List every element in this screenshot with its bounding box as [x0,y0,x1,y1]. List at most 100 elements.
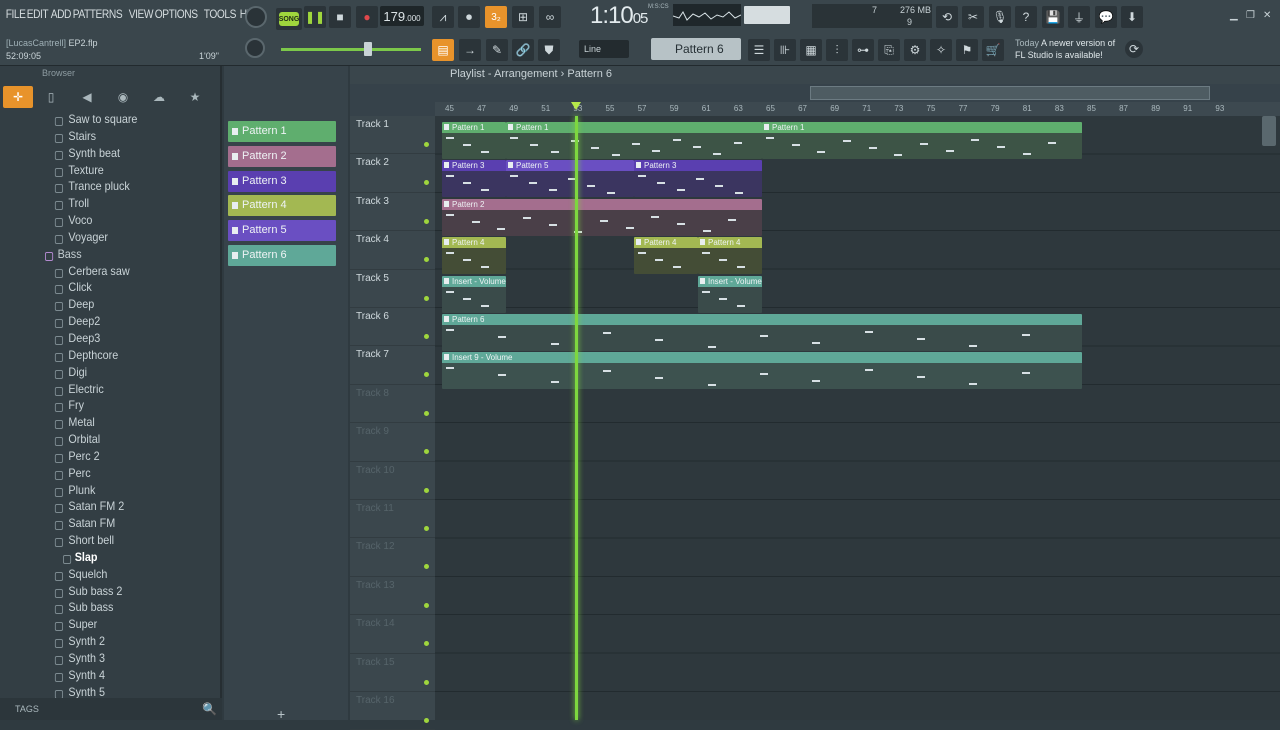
stop-button[interactable]: ■ [329,6,351,28]
browser-item[interactable]: Squelch [0,567,196,584]
track-mute-led[interactable] [424,564,429,570]
pattern-selector[interactable]: Pattern 6 [651,38,741,60]
update-notice[interactable]: Today A newer version of FL Studio is ava… [1015,37,1115,61]
search-icon[interactable]: 🔍 [202,702,217,716]
browser-tab-plugin-icon[interactable]: ◉ [105,86,141,108]
playlist-clip[interactable]: Pattern 1 [506,122,762,159]
pattern-item[interactable]: Pattern 2 [228,145,336,167]
master-pitch-knob[interactable] [245,38,265,58]
pattern-item[interactable]: Pattern 3 [228,170,336,192]
browser-item[interactable]: Fry [0,398,196,415]
track-mute-led[interactable] [424,142,429,147]
plugin-picker-icon[interactable]: ✧ [930,39,952,61]
browser-item[interactable]: Digi [0,365,196,382]
browser-tab-cloud-icon[interactable]: ☁ [141,86,177,108]
microphone-icon[interactable]: 🎙 [989,6,1011,28]
browser-item[interactable]: Metal [0,415,196,432]
playlist-overview-scrollbar[interactable] [810,86,1210,100]
track-header[interactable]: Track 10 [350,462,435,500]
loop-record-icon[interactable]: ∞ [539,6,561,28]
tempo-display[interactable]: 179.000 [380,6,424,26]
mixer-faders-icon[interactable]: ⫶ [826,39,848,61]
playlist-clip[interactable]: Insert 9 - Volume [442,352,1082,390]
countdown-icon[interactable]: 3₂ [485,6,507,28]
browser-item[interactable]: Texture [0,163,196,180]
playlist-clip[interactable]: Insert - Volume [442,275,506,313]
playlist-clip[interactable]: Pattern 2 [442,198,762,236]
playlist-clip[interactable]: Pattern 4 [442,237,506,275]
track-mute-led[interactable] [424,526,429,531]
song-mode-button[interactable]: SONG [276,8,302,30]
restore-icon[interactable]: ❐ [1246,10,1255,21]
save-icon[interactable]: 💾 [1042,6,1064,28]
browser-item[interactable]: Troll [0,196,196,213]
minimize-icon[interactable]: ▁ [1230,10,1238,21]
playlist-clip[interactable]: Pattern 1 [762,122,1082,159]
menu-tools[interactable]: TOOLS [202,7,238,21]
vertical-scrollbar[interactable] [1262,116,1276,146]
track-header[interactable]: Track 15 [350,654,435,692]
browser-item[interactable]: Sub bass [0,600,196,617]
timeline-ruler[interactable]: 45 47 49 51 53 55 57 59 61 63 65 67 69 71 73 75 77 79 81 83… [435,102,1280,116]
browser-item[interactable]: Plunk [0,483,196,500]
menu-file[interactable]: FILE [4,7,27,21]
playlist-clip[interactable]: Pattern 3 [634,160,762,198]
track-mute-led[interactable] [424,487,429,493]
track-header[interactable]: Track 2 [350,154,435,193]
track-mute-led[interactable] [424,180,429,186]
browser-item[interactable]: Deep2 [0,314,196,331]
track-header[interactable]: Track 11 [350,500,435,539]
track-header[interactable]: Track 3 [350,193,435,232]
browser-item[interactable]: Perc [0,466,196,483]
mixer-icon[interactable]: ☰ [748,39,770,61]
track-header[interactable]: Track 9 [350,423,435,462]
routing-icon[interactable]: ⊶ [852,39,874,61]
track-header[interactable]: Track 12 [350,538,435,577]
browser-tab-project-icon[interactable]: ▯ [33,86,69,108]
plugin-icon[interactable]: ⏚ [1068,6,1090,28]
plugin-database-icon[interactable]: ⚙ [904,39,926,61]
track-mute-led[interactable] [424,718,429,723]
track-mute-led[interactable] [424,218,429,224]
track-header[interactable]: Track 1 [350,116,435,155]
browser-icon[interactable]: ⎘ [878,39,900,61]
channel-rack-icon[interactable]: ▦ [800,39,822,61]
track-mute-led[interactable] [424,641,429,647]
browser-item[interactable]: Slap [0,550,196,567]
recent-pattern-display[interactable] [744,6,790,24]
chat-icon[interactable]: 💬 [1095,6,1117,28]
pattern-item[interactable]: Pattern 1 [228,121,336,142]
arrow-icon[interactable]: → [459,39,481,61]
track-header[interactable]: Track 7 [350,346,435,385]
master-volume-knob[interactable] [245,6,267,28]
browser-item[interactable]: Deep [0,297,196,314]
playlist-clip[interactable]: Pattern 5 [506,160,634,198]
browser-item[interactable]: Synth 2 [0,634,196,651]
track-mute-led[interactable] [424,334,429,339]
main-volume-slider-handle[interactable] [364,42,372,56]
menu-view[interactable]: VIEW [127,7,155,21]
shop-icon[interactable]: 🛒 [982,39,1004,61]
track-mute-led[interactable] [424,679,429,685]
browser-item[interactable]: Sub bass 2 [0,584,196,601]
browser-item[interactable]: Depthcore [0,348,196,365]
oscilloscope[interactable] [672,4,742,26]
playhead-marker[interactable] [571,102,581,110]
playlist-view-icon[interactable]: ▤ [432,39,454,61]
menu-edit[interactable]: EDIT [25,7,50,21]
touch-keyboard-icon[interactable]: ⚑ [956,39,978,61]
step-edit-icon[interactable]: ⊞ [512,6,534,28]
undo-history-icon[interactable]: ⟲ [936,6,958,28]
browser-item[interactable]: Satan FM 2 [0,499,196,516]
playlist-clip[interactable]: Pattern 1 [442,122,506,159]
track-mute-led[interactable] [424,410,429,416]
browser-item[interactable]: Voco [0,213,196,230]
playlist-clip[interactable]: Pattern 4 [698,237,762,275]
help-icon[interactable]: ? [1015,6,1037,28]
track-mute-led[interactable] [424,295,429,301]
browser-tab-speaker-icon[interactable]: ◀ [69,86,105,108]
track-header[interactable]: Track 4 [350,231,435,270]
browser-item[interactable]: Voyager [0,230,196,247]
track-header[interactable]: Track 8 [350,385,435,424]
browser-item[interactable]: Super [0,617,196,634]
